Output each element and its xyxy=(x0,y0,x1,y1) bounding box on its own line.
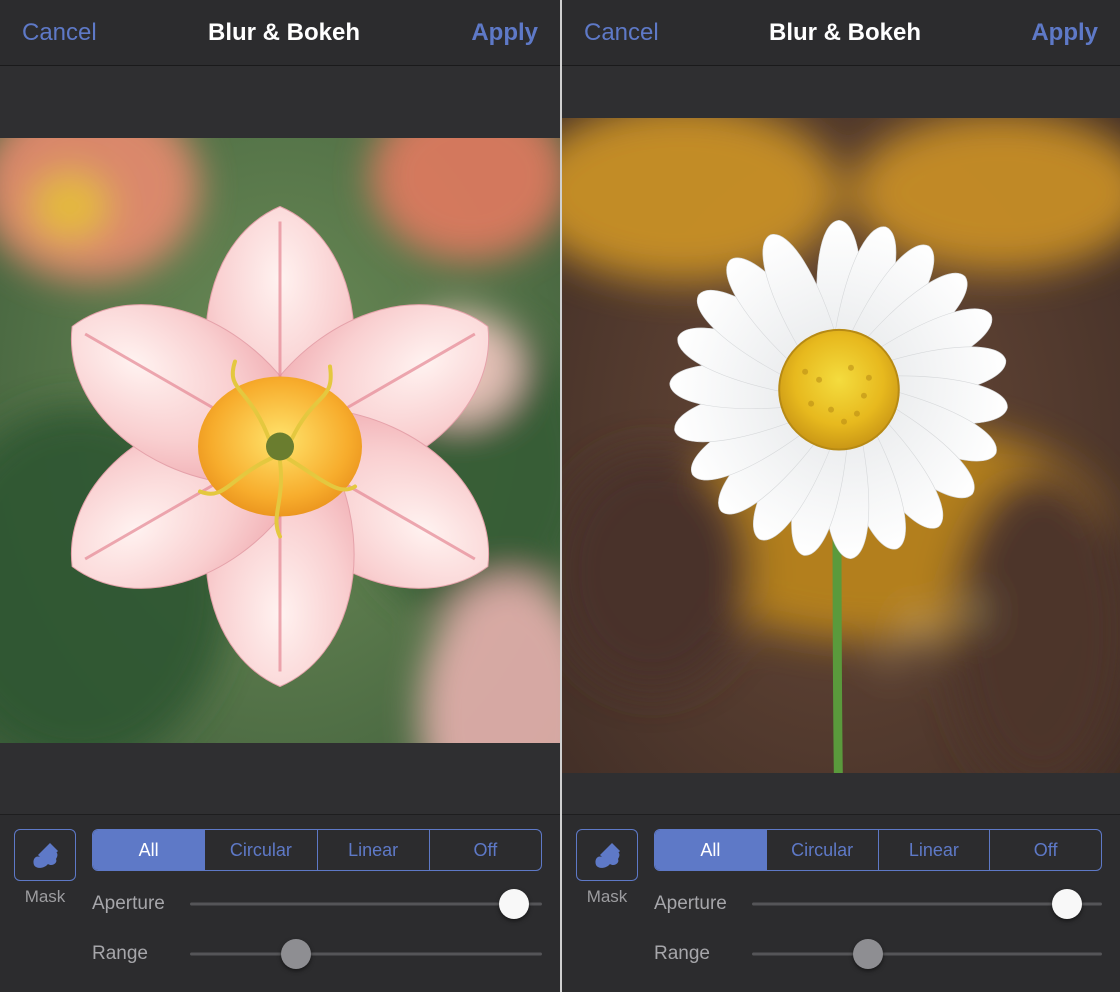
apply-button[interactable]: Apply xyxy=(471,19,538,47)
aperture-slider-row: Aperture xyxy=(92,887,542,921)
range-slider-row: Range xyxy=(654,937,1102,971)
range-label: Range xyxy=(92,943,176,965)
mask-label: Mask xyxy=(25,887,66,907)
image-preview[interactable] xyxy=(562,66,1120,814)
segment-circular[interactable]: Circular xyxy=(204,830,316,870)
range-thumb[interactable] xyxy=(853,939,883,969)
apply-button[interactable]: Apply xyxy=(1031,19,1098,47)
aperture-thumb[interactable] xyxy=(1052,889,1082,919)
footer-controls: Mask All Circular Linear Off Aperture xyxy=(562,814,1120,992)
segment-linear[interactable]: Linear xyxy=(878,830,990,870)
screen-title: Blur & Bokeh xyxy=(769,19,921,47)
segment-off[interactable]: Off xyxy=(429,830,541,870)
aperture-slider[interactable] xyxy=(752,887,1102,921)
footer-controls: Mask All Circular Linear Off Aperture xyxy=(0,814,560,992)
aperture-thumb[interactable] xyxy=(499,889,529,919)
aperture-slider[interactable] xyxy=(190,887,542,921)
header-bar: Cancel Blur & Bokeh Apply xyxy=(0,0,560,66)
preview-flower-tulip xyxy=(0,138,560,743)
cancel-button[interactable]: Cancel xyxy=(584,19,659,47)
editor-panel-right: Cancel Blur & Bokeh Apply xyxy=(560,0,1120,992)
segment-circular[interactable]: Circular xyxy=(766,830,878,870)
aperture-label: Aperture xyxy=(92,893,176,915)
cancel-button[interactable]: Cancel xyxy=(22,19,97,47)
mask-button[interactable] xyxy=(14,829,76,881)
segment-linear[interactable]: Linear xyxy=(317,830,429,870)
preview-flower-daisy xyxy=(562,118,1120,773)
editor-panel-left: Cancel Blur & Bokeh Apply xyxy=(0,0,560,992)
range-slider-row: Range xyxy=(92,937,542,971)
mask-brush-icon xyxy=(590,839,624,871)
image-preview[interactable] xyxy=(0,66,560,814)
segment-off[interactable]: Off xyxy=(989,830,1101,870)
aperture-slider-row: Aperture xyxy=(654,887,1102,921)
aperture-label: Aperture xyxy=(654,893,738,915)
range-slider[interactable] xyxy=(190,937,542,971)
blur-mode-segmented-control[interactable]: All Circular Linear Off xyxy=(92,829,542,871)
segment-all[interactable]: All xyxy=(93,830,204,870)
blur-mode-segmented-control[interactable]: All Circular Linear Off xyxy=(654,829,1102,871)
mask-button[interactable] xyxy=(576,829,638,881)
screen-title: Blur & Bokeh xyxy=(208,19,360,47)
mask-label: Mask xyxy=(587,887,628,907)
range-label: Range xyxy=(654,943,738,965)
range-slider[interactable] xyxy=(752,937,1102,971)
segment-all[interactable]: All xyxy=(655,830,766,870)
range-thumb[interactable] xyxy=(281,939,311,969)
mask-brush-icon xyxy=(28,839,62,871)
header-bar: Cancel Blur & Bokeh Apply xyxy=(562,0,1120,66)
